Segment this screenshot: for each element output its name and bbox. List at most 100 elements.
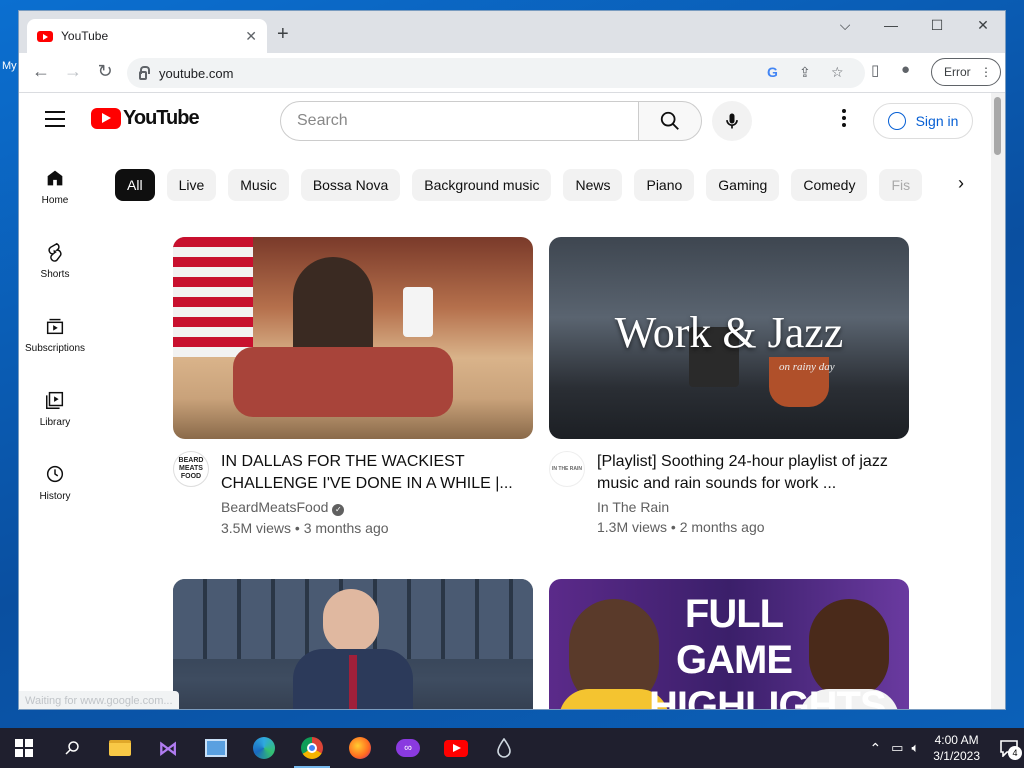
edge-icon <box>253 737 275 759</box>
control-panel-icon <box>205 739 227 757</box>
chrome-icon <box>301 737 323 759</box>
search-icon <box>65 741 79 755</box>
desktop-icon-label[interactable]: My <box>2 60 17 72</box>
history-icon <box>46 465 64 482</box>
scrollbar[interactable] <box>991 93 1005 709</box>
close-tab-icon[interactable]: ✕ <box>245 28 257 45</box>
notification-count-badge: 4 <box>1008 746 1022 760</box>
chip-music[interactable]: Music <box>228 169 289 201</box>
chip-background-music[interactable]: Background music <box>412 169 552 201</box>
youtube-play-icon <box>91 108 121 129</box>
volume-icon[interactable]: 🔈︎ <box>911 740 919 756</box>
taskbar-search-button[interactable] <box>48 728 96 768</box>
chip-fishing[interactable]: Fis <box>879 169 923 201</box>
youtube-favicon-icon <box>37 30 53 42</box>
bookmark-star-icon[interactable]: ☆ <box>831 64 844 81</box>
chip-gaming[interactable]: Gaming <box>706 169 780 201</box>
browser-window: YouTube ✕ + ⌵ — ☐ ✕ ← → ↻ youtube.com G … <box>18 10 1006 710</box>
video-stats: 1.3M views • 2 months ago <box>597 519 765 535</box>
address-bar[interactable]: youtube.com G ⇪ ☆ <box>127 58 865 88</box>
chrome-menu-icon: ⋮ <box>980 65 992 79</box>
start-button[interactable] <box>0 728 48 768</box>
lock-icon[interactable] <box>139 65 150 80</box>
video-title[interactable]: IN DALLAS FOR THE WACKIEST CHALLENGE I'V… <box>221 451 533 495</box>
scrollbar-thumb[interactable] <box>994 97 1001 155</box>
clock[interactable]: 4:00 AM 3/1/2023 <box>933 732 980 764</box>
channel-name[interactable]: In The Rain <box>597 499 909 515</box>
taskbar-edge[interactable] <box>240 728 288 768</box>
clock-time: 4:00 AM <box>934 733 979 747</box>
video-card: FULL GAME HIGHLIGHTS <box>549 579 909 710</box>
reload-icon[interactable]: ↻ <box>93 61 117 82</box>
channel-avatar[interactable]: IN THE RAIN <box>549 451 585 487</box>
video-title[interactable]: [Playlist] Soothing 24-hour playlist of … <box>597 451 909 495</box>
tab-youtube[interactable]: YouTube ✕ <box>27 19 267 53</box>
guide-label: Subscriptions <box>24 342 86 354</box>
guide-item-home[interactable]: Home <box>19 149 91 223</box>
home-icon <box>47 170 63 185</box>
close-window-button[interactable]: ✕ <box>967 17 999 34</box>
tab-search-chevron-icon[interactable]: ⌵ <box>829 17 861 34</box>
chip-news[interactable]: News <box>563 169 623 201</box>
search-icon <box>660 111 679 130</box>
side-panel-icon[interactable]: ▯ <box>871 61 879 79</box>
video-thumbnail[interactable] <box>173 237 533 439</box>
forward-arrow-icon[interactable]: → <box>61 61 85 82</box>
taskbar-app[interactable]: ∞ <box>384 728 432 768</box>
new-tab-button[interactable]: + <box>277 23 289 45</box>
search-input[interactable]: Search <box>280 101 639 141</box>
taskbar-chrome[interactable] <box>288 728 336 768</box>
network-icon[interactable]: ▭ <box>891 740 903 756</box>
sign-in-button[interactable]: Sign in <box>873 103 973 139</box>
back-arrow-icon[interactable]: ← <box>29 61 53 82</box>
guide-label: History <box>39 490 71 502</box>
settings-kebab-icon[interactable] <box>839 109 849 130</box>
notification-center-button[interactable]: 4 <box>994 728 1024 768</box>
taskbar-control-panel[interactable] <box>192 728 240 768</box>
chip-piano[interactable]: Piano <box>634 169 695 201</box>
taskbar-file-explorer[interactable] <box>96 728 144 768</box>
taskbar-youtube[interactable] <box>432 728 480 768</box>
chip-bossa-nova[interactable]: Bossa Nova <box>300 169 401 201</box>
taskbar-visual-studio[interactable]: ⋈ <box>144 728 192 768</box>
channel-avatar[interactable]: BEARD MEATS FOOD <box>173 451 209 487</box>
chip-live[interactable]: Live <box>166 169 217 201</box>
video-thumbnail[interactable]: Work & Jazz on rainy day <box>549 237 909 439</box>
start-icon <box>15 739 33 757</box>
taskbar-firefox[interactable] <box>336 728 384 768</box>
hamburger-menu-icon[interactable] <box>45 111 65 127</box>
share-icon[interactable]: ⇪ <box>799 64 811 81</box>
taskbar-droplet[interactable] <box>480 728 528 768</box>
firefox-icon <box>349 737 371 759</box>
microphone-icon <box>726 113 738 129</box>
video-thumbnail[interactable]: FULL GAME HIGHLIGHTS <box>549 579 909 710</box>
youtube-logo[interactable]: YouTube <box>91 107 200 130</box>
youtube-page: YouTube Search Sign in Home Shorts Subsc… <box>19 93 993 710</box>
video-card: Work & Jazz on rainy day IN THE RAIN [Pl… <box>549 237 909 535</box>
video-thumbnail[interactable] <box>173 579 533 709</box>
guide-item-shorts[interactable]: Shorts <box>19 223 91 297</box>
maximize-button[interactable]: ☐ <box>921 17 953 34</box>
google-lens-icon[interactable]: G <box>767 64 778 80</box>
thumbnail-title: Work & Jazz <box>614 308 844 357</box>
minimize-button[interactable]: — <box>875 17 907 33</box>
visual-studio-icon: ⋈ <box>158 737 178 760</box>
chip-comedy[interactable]: Comedy <box>791 169 868 201</box>
channel-name[interactable]: BeardMeatsFood ✓ <box>221 499 533 516</box>
account-icon <box>887 112 906 130</box>
guide-item-history[interactable]: History <box>19 445 91 519</box>
show-hidden-icons-chevron-icon[interactable]: ⌃ <box>869 740 881 757</box>
guide-item-subscriptions[interactable]: Subscriptions <box>19 297 91 371</box>
error-button[interactable]: Error ⋮ <box>931 58 1001 86</box>
voice-search-button[interactable] <box>712 101 752 141</box>
chevron-right-icon[interactable]: › <box>949 173 973 197</box>
search-placeholder: Search <box>297 112 348 129</box>
guide-item-library[interactable]: Library <box>19 371 91 445</box>
chip-all[interactable]: All <box>115 169 155 201</box>
guide-label: Home <box>41 194 69 206</box>
guide-label: Shorts <box>40 268 70 280</box>
search-button[interactable] <box>638 101 702 141</box>
profile-icon[interactable]: ● <box>901 61 910 78</box>
thumbnail-title: FULL GAME HIGHLIGHTS <box>649 592 887 710</box>
app-icon: ∞ <box>396 739 420 757</box>
